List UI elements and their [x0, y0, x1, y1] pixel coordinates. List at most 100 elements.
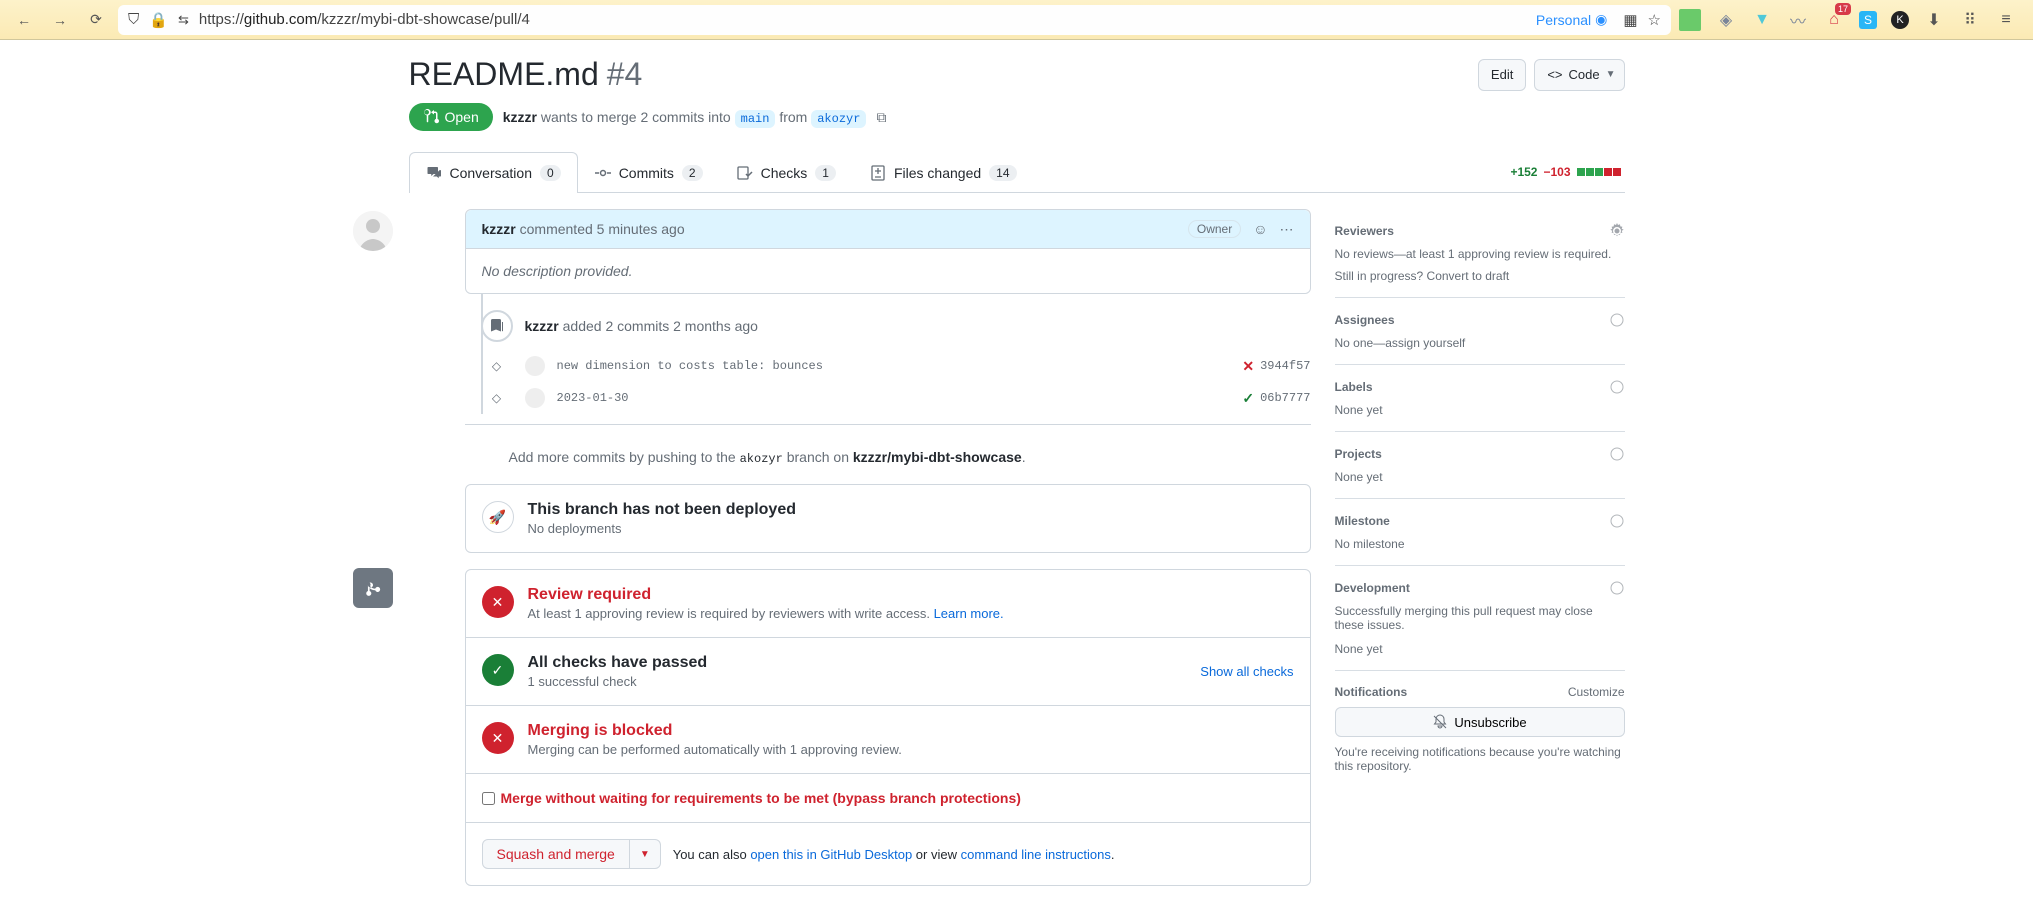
commit-message[interactable]: new dimension to costs table: bounces — [557, 359, 1231, 373]
tab-files[interactable]: Files changed14 — [853, 152, 1034, 193]
hamburger-icon[interactable]: ≡ — [1995, 9, 2017, 31]
browser-toolbar: ← → ⟳ ⛉ 🔒 ⇆ https://github.com/kzzzr/myb… — [0, 0, 2033, 40]
tab-commits[interactable]: Commits2 — [578, 152, 720, 193]
copy-icon[interactable]: ⧉ — [876, 109, 886, 126]
react-icon[interactable]: ☺ — [1253, 221, 1267, 237]
shield-icon: ⛉ — [128, 11, 139, 28]
labels-header[interactable]: Labels — [1335, 379, 1625, 395]
learn-more-link[interactable]: Learn more. — [934, 606, 1004, 621]
tab-conversation[interactable]: Conversation0 — [409, 152, 578, 193]
x-circle-icon: ✕ — [482, 722, 514, 754]
comment-meta: kzzzr commented 5 minutes ago — [482, 221, 685, 237]
file-diff-icon — [870, 165, 886, 181]
commit-sha[interactable]: 3944f57 — [1260, 359, 1310, 373]
bookmark-star-icon[interactable]: ☆ — [1648, 11, 1661, 29]
extensions-icon[interactable]: ⠿ — [1959, 9, 1981, 31]
ext-shield-icon[interactable]: ◈ — [1715, 9, 1737, 31]
ext-square-icon[interactable] — [1679, 9, 1701, 31]
comment-timestamp[interactable]: 5 minutes ago — [597, 221, 685, 237]
ext-wave-icon[interactable]: 〰 — [1787, 9, 1809, 31]
state-badge: Open — [409, 103, 493, 131]
caret-down-icon: ▼ — [1606, 69, 1616, 80]
bell-slash-icon — [1432, 714, 1448, 730]
base-branch[interactable]: main — [735, 110, 776, 128]
reload-button[interactable]: ⟳ — [82, 6, 110, 34]
commit-row: ◇ new dimension to costs table: bounces ✕ 3… — [465, 350, 1311, 382]
gear-icon — [1609, 379, 1625, 395]
commit-sha[interactable]: 06b7777 — [1260, 391, 1310, 405]
checklist-icon — [737, 165, 753, 181]
edit-button[interactable]: Edit — [1478, 59, 1526, 91]
commit-dot-icon: ◇ — [489, 390, 505, 406]
extension-tray: ◈ ▼ 〰 ⌂ S K ⬇ ⠿ ≡ — [1679, 9, 2023, 31]
reviewers-header[interactable]: Reviewers — [1335, 223, 1625, 239]
x-icon[interactable]: ✕ — [1242, 358, 1254, 375]
head-branch[interactable]: akozyr — [811, 110, 866, 128]
repo-push-icon — [481, 310, 513, 342]
projects-header[interactable]: Projects — [1335, 446, 1625, 462]
gear-icon — [1609, 312, 1625, 328]
merge-alternatives: You can also open this in GitHub Desktop… — [673, 847, 1115, 862]
gear-icon — [1609, 513, 1625, 529]
commit-message[interactable]: 2023-01-30 — [557, 391, 1231, 405]
ext-circle-icon[interactable]: K — [1891, 11, 1909, 29]
notifications-header: NotificationsCustomize — [1335, 685, 1625, 699]
diff-pips — [1577, 168, 1621, 176]
container-label[interactable]: Personal◉ — [1536, 11, 1607, 28]
show-all-checks-link[interactable]: Show all checks — [1200, 664, 1293, 679]
comment-discussion-icon — [426, 165, 442, 181]
tab-checks[interactable]: Checks1 — [720, 152, 853, 193]
milestone-header[interactable]: Milestone — [1335, 513, 1625, 529]
event-timestamp[interactable]: 2 months ago — [673, 318, 758, 334]
assign-yourself-link[interactable]: assign yourself — [1385, 336, 1465, 350]
commit-row: ◇ 2023-01-30 ✓ 06b7777 — [465, 382, 1311, 414]
check-circle-icon: ✓ — [482, 654, 514, 686]
bypass-checkbox[interactable]: Merge without waiting for requirements t… — [482, 790, 1021, 806]
back-button[interactable]: ← — [10, 6, 38, 34]
check-icon[interactable]: ✓ — [1242, 390, 1254, 407]
permissions-icon: ⇆ — [178, 12, 189, 28]
pr-number: #4 — [607, 56, 643, 93]
comment-author[interactable]: kzzzr — [482, 221, 516, 237]
merge-panel: ✕ Review required At least 1 approving r… — [465, 569, 1311, 886]
event-author[interactable]: kzzzr — [525, 318, 559, 334]
code-icon: <> — [1547, 67, 1562, 82]
avatar[interactable] — [525, 356, 545, 376]
downloads-icon[interactable]: ⬇ — [1923, 9, 1945, 31]
kebab-icon[interactable]: ⋯ — [1280, 221, 1294, 238]
commit-dot-icon: ◇ — [489, 358, 505, 374]
forward-button[interactable]: → — [46, 6, 74, 34]
gear-icon — [1609, 223, 1625, 239]
merge-method-dropdown[interactable]: ▼ — [630, 839, 661, 869]
merge-timeline-icon — [353, 568, 393, 608]
sidebar: Reviewers No reviews—at least 1 approvin… — [1335, 209, 1625, 902]
git-commit-icon — [595, 165, 611, 181]
push-hint: Add more commits by pushing to the akozy… — [465, 425, 1311, 484]
gear-icon — [1609, 580, 1625, 596]
diff-stat[interactable]: +152 −103 — [1510, 165, 1624, 179]
squash-merge-button[interactable]: Squash and merge — [482, 839, 630, 869]
qr-icon[interactable]: ▦ — [1623, 11, 1637, 29]
description-comment: kzzzr commented 5 minutes ago Owner ☺ ⋯ … — [465, 209, 1311, 294]
x-circle-icon: ✕ — [482, 586, 514, 618]
fingerprint-icon: ◉ — [1595, 11, 1607, 28]
url-text: https://github.com/kzzzr/mybi-dbt-showca… — [199, 11, 530, 28]
development-header[interactable]: Development — [1335, 580, 1625, 596]
gear-icon — [1609, 446, 1625, 462]
cli-instructions-link[interactable]: command line instructions — [961, 847, 1111, 862]
avatar[interactable] — [525, 388, 545, 408]
ext-cart-icon[interactable]: ⌂ — [1823, 9, 1845, 31]
open-desktop-link[interactable]: open this in GitHub Desktop — [750, 847, 912, 862]
avatar[interactable] — [353, 211, 393, 251]
timeline-event: kzzzr added 2 commits 2 months ago — [465, 294, 1311, 350]
ext-diamond-icon[interactable]: ▼ — [1751, 9, 1773, 31]
owner-badge: Owner — [1188, 220, 1241, 238]
assignees-header[interactable]: Assignees — [1335, 312, 1625, 328]
customize-link[interactable]: Customize — [1568, 685, 1625, 699]
pr-title: README.md #4 — [409, 56, 643, 93]
ext-s-icon[interactable]: S — [1859, 11, 1877, 29]
code-button[interactable]: <> Code ▼ — [1534, 59, 1624, 91]
convert-draft-link[interactable]: Convert to draft — [1427, 269, 1510, 283]
url-bar[interactable]: ⛉ 🔒 ⇆ https://github.com/kzzzr/mybi-dbt-… — [118, 5, 1671, 35]
unsubscribe-button[interactable]: Unsubscribe — [1335, 707, 1625, 737]
